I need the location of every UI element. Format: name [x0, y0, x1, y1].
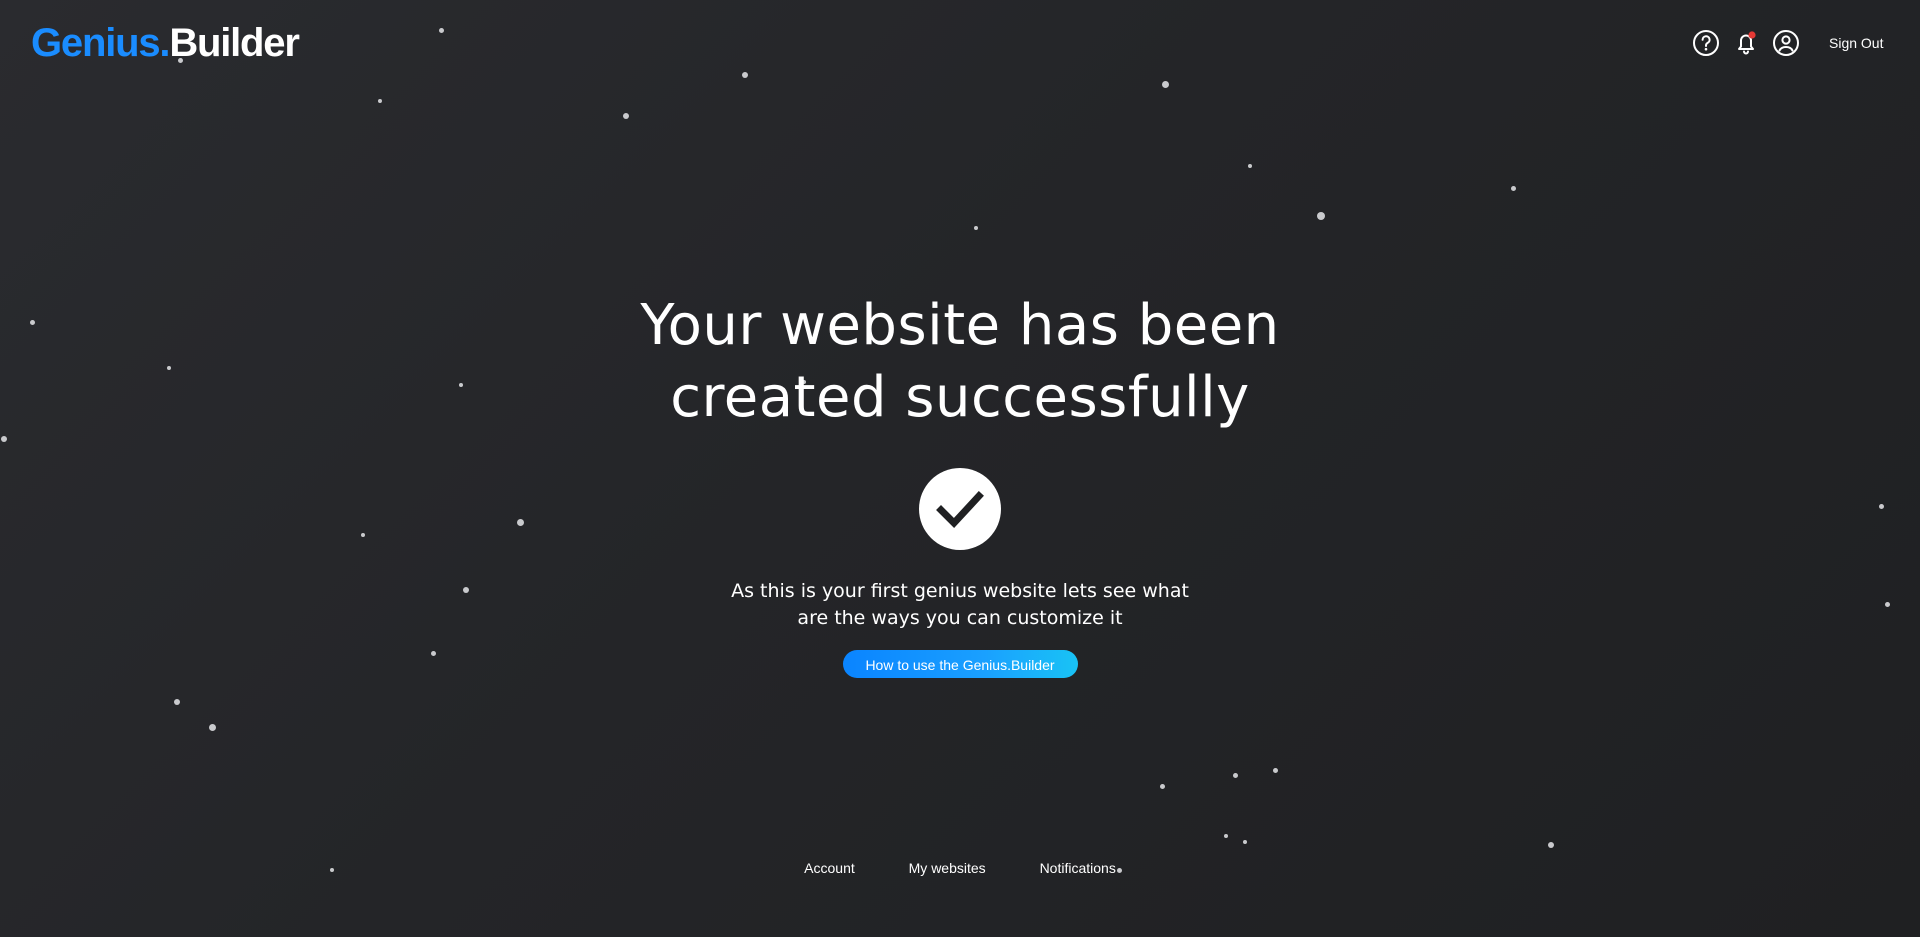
star-dot — [1248, 164, 1252, 168]
help-button[interactable] — [1690, 27, 1722, 59]
star-dot — [1510, 185, 1516, 191]
help-icon — [1693, 30, 1719, 56]
star-dot — [1272, 767, 1278, 773]
footer-link-account[interactable]: Account — [804, 860, 855, 876]
header-actions: Sign Out — [0, 27, 1920, 59]
notifications-button[interactable] — [1730, 27, 1762, 59]
star-dot — [1159, 783, 1165, 789]
star-dot — [378, 99, 382, 103]
account-button[interactable] — [1770, 27, 1802, 59]
top-header: Genius.Builder Sign Out — [0, 0, 1920, 86]
page-title: Your website has been created successful… — [640, 293, 1280, 430]
star-dot — [208, 723, 216, 731]
success-panel: Your website has been created successful… — [0, 290, 1920, 678]
checkmark-icon — [936, 491, 984, 529]
bell-icon — [1738, 31, 1756, 55]
sign-out-link[interactable]: Sign Out — [1829, 33, 1883, 53]
footer-link-notifications[interactable]: Notifications — [1040, 860, 1116, 876]
user-circle-icon — [1773, 30, 1799, 56]
intro-text: As this is your first genius website let… — [731, 580, 1189, 629]
star-dot — [974, 226, 978, 230]
star-dot — [1243, 840, 1247, 844]
star-dot — [174, 699, 180, 705]
star-dot — [1232, 772, 1238, 778]
star-dot — [623, 113, 629, 119]
how-to-use-button[interactable]: How to use the Genius.Builder — [842, 650, 1078, 678]
footer-link-my-websites[interactable]: My websites — [909, 860, 986, 876]
footer-nav: Account My websites Notifications — [0, 858, 1920, 878]
success-check-badge — [919, 468, 1001, 550]
star-dot — [1317, 212, 1325, 220]
star-dot — [1548, 842, 1554, 848]
star-dot — [1224, 834, 1228, 838]
